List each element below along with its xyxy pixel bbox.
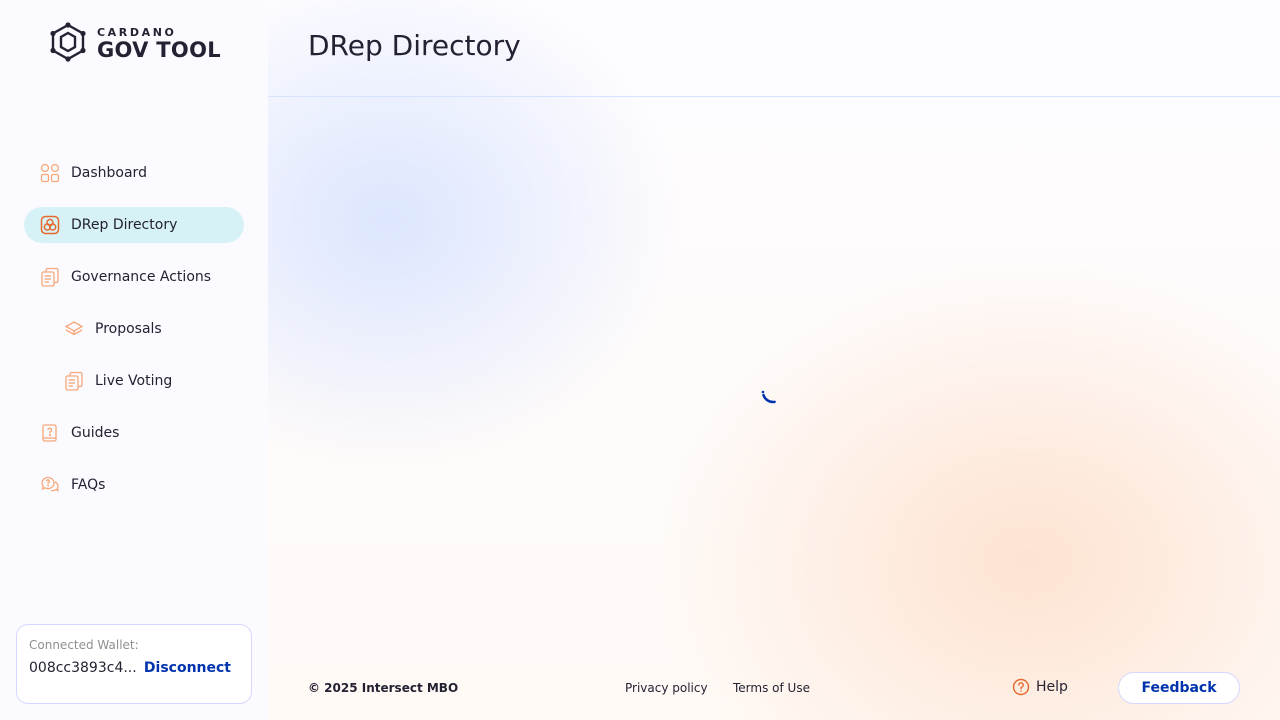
loading-spinner-icon — [761, 390, 785, 404]
main-content: DRep Directory © 2025 Intersect MBO Priv… — [268, 0, 1280, 720]
faqs-icon — [41, 476, 60, 492]
page-title: DRep Directory — [308, 29, 521, 62]
sidebar-item-label: Guides — [71, 425, 120, 441]
dashboard-icon — [40, 163, 60, 183]
connected-wallet-card: Connected Wallet: 008cc3893c4... Disconn… — [16, 624, 252, 704]
feedback-button[interactable]: Feedback — [1118, 672, 1240, 704]
sidebar-item-label: Dashboard — [71, 165, 147, 181]
logo-big-text: GOV TOOL — [97, 37, 221, 62]
live-voting-icon — [65, 371, 83, 391]
help-icon — [1012, 678, 1030, 696]
sidebar-item-label: Governance Actions — [71, 269, 212, 285]
drep-directory-icon — [40, 215, 60, 235]
sidebar-item-faqs[interactable]: FAQs — [24, 467, 244, 503]
sidebar-item-dashboard[interactable]: Dashboard — [24, 155, 244, 191]
sidebar-nav: Dashboard DRep Directory Governance Acti… — [24, 155, 244, 519]
proposals-icon — [64, 321, 84, 336]
sidebar-item-live-voting[interactable]: Live Voting — [24, 363, 244, 399]
sidebar: CARDANO GOV TOOL Dashboard DRep Director… — [0, 0, 268, 720]
sidebar-item-governance-actions[interactable]: Governance Actions — [24, 259, 244, 295]
page-header: DRep Directory — [268, 0, 1280, 97]
sidebar-item-label: Live Voting — [95, 373, 173, 389]
terms-of-use-link[interactable]: Terms of Use — [733, 681, 810, 695]
logo-small-text: CARDANO — [97, 25, 177, 39]
wallet-label: Connected Wallet: — [29, 638, 139, 652]
help-button[interactable]: Help — [1012, 678, 1068, 696]
help-label: Help — [1036, 679, 1068, 695]
sidebar-item-guides[interactable]: Guides — [24, 415, 244, 451]
sidebar-item-proposals[interactable]: Proposals — [24, 311, 244, 347]
wallet-address: 008cc3893c4... — [29, 660, 137, 676]
sidebar-item-label: DRep Directory — [71, 217, 178, 233]
sidebar-item-drep-directory[interactable]: DRep Directory — [24, 207, 244, 243]
governance-actions-icon — [41, 267, 59, 287]
privacy-policy-link[interactable]: Privacy policy — [625, 681, 708, 695]
sidebar-item-label: FAQs — [71, 477, 106, 493]
govtool-logo[interactable]: CARDANO GOV TOOL — [47, 22, 221, 62]
disconnect-button[interactable]: Disconnect — [144, 660, 231, 676]
guides-icon — [42, 424, 57, 442]
sidebar-item-label: Proposals — [95, 321, 162, 337]
logo-hexagon-icon — [50, 22, 86, 62]
footer: © 2025 Intersect MBO Privacy policy Term… — [268, 672, 1280, 704]
copyright-text: © 2025 Intersect MBO — [308, 681, 459, 695]
